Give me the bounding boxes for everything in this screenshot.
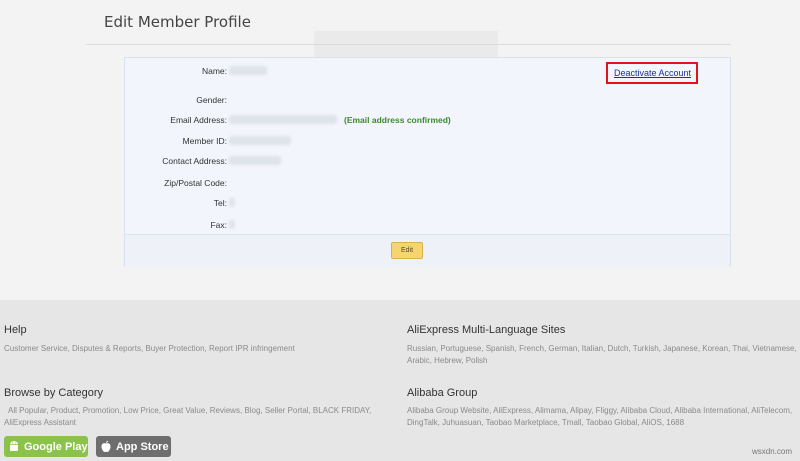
field-label: Email Address:: [170, 115, 227, 125]
profile-row-contact-address: Contact Address:: [125, 156, 595, 170]
browse-links[interactable]: All Popular, Product, Promotion, Low Pri…: [4, 405, 384, 429]
field-label: Tel:: [213, 198, 227, 208]
email-confirmed-note: (Email address confirmed): [344, 115, 451, 125]
redacted-value: [229, 220, 235, 229]
help-links[interactable]: Customer Service, Disputes & Reports, Bu…: [4, 343, 364, 355]
field-label: Gender:: [196, 95, 227, 105]
profile-row-member-id: Member ID:: [125, 136, 595, 150]
deactivate-account-link[interactable]: Deactivate Account: [614, 68, 691, 78]
profile-row-gender: Gender:: [125, 95, 595, 109]
profile-panel: Name: Gender: Email Address: (Email addr…: [124, 57, 731, 267]
watermark: wsxdn.com: [751, 447, 792, 456]
page-title: Edit Member Profile: [104, 13, 251, 31]
alibaba-heading: Alibaba Group: [407, 387, 478, 399]
field-label: Name:: [201, 66, 227, 76]
multilang-heading: AliExpress Multi-Language Sites: [407, 324, 566, 336]
redacted-value: [229, 115, 337, 124]
deactivate-highlight: Deactivate Account: [606, 62, 698, 84]
browse-heading: Browse by Category: [4, 387, 104, 399]
apple-icon: [101, 440, 111, 452]
edit-button[interactable]: Edit: [391, 242, 423, 259]
app-store-button[interactable]: App Store: [96, 436, 171, 457]
alibaba-links[interactable]: Alibaba Group Website, AliExpress, Alima…: [407, 405, 799, 429]
google-play-button[interactable]: Google Play: [4, 436, 88, 457]
redacted-value: [229, 66, 267, 75]
help-heading: Help: [4, 324, 27, 336]
multilang-links[interactable]: Russian, Portuguese, Spanish, French, Ge…: [407, 343, 797, 367]
field-label: Contact Address:: [162, 156, 227, 166]
profile-row-fax: Fax:: [125, 220, 595, 234]
redacted-value: [229, 198, 235, 207]
field-label: Fax:: [210, 220, 227, 230]
app-store-label: App Store: [116, 440, 169, 453]
redacted-value: [229, 156, 281, 165]
android-icon: [10, 441, 18, 451]
panel-footer: Edit: [125, 234, 730, 267]
profile-row-tel: Tel:: [125, 198, 595, 212]
site-footer: Help Customer Service, Disputes & Report…: [0, 300, 800, 461]
profile-row-email: Email Address: (Email address confirmed): [125, 115, 595, 129]
profile-row-name: Name:: [125, 66, 595, 80]
field-label: Member ID:: [182, 136, 227, 146]
profile-row-zip: Zip/Postal Code:: [125, 178, 595, 192]
redacted-value: [229, 136, 291, 145]
main-area: Edit Member Profile Name: Gender: Email …: [0, 0, 800, 300]
title-divider: [86, 44, 731, 45]
google-play-label: Google Play: [24, 440, 88, 453]
field-label: Zip/Postal Code:: [164, 178, 227, 188]
